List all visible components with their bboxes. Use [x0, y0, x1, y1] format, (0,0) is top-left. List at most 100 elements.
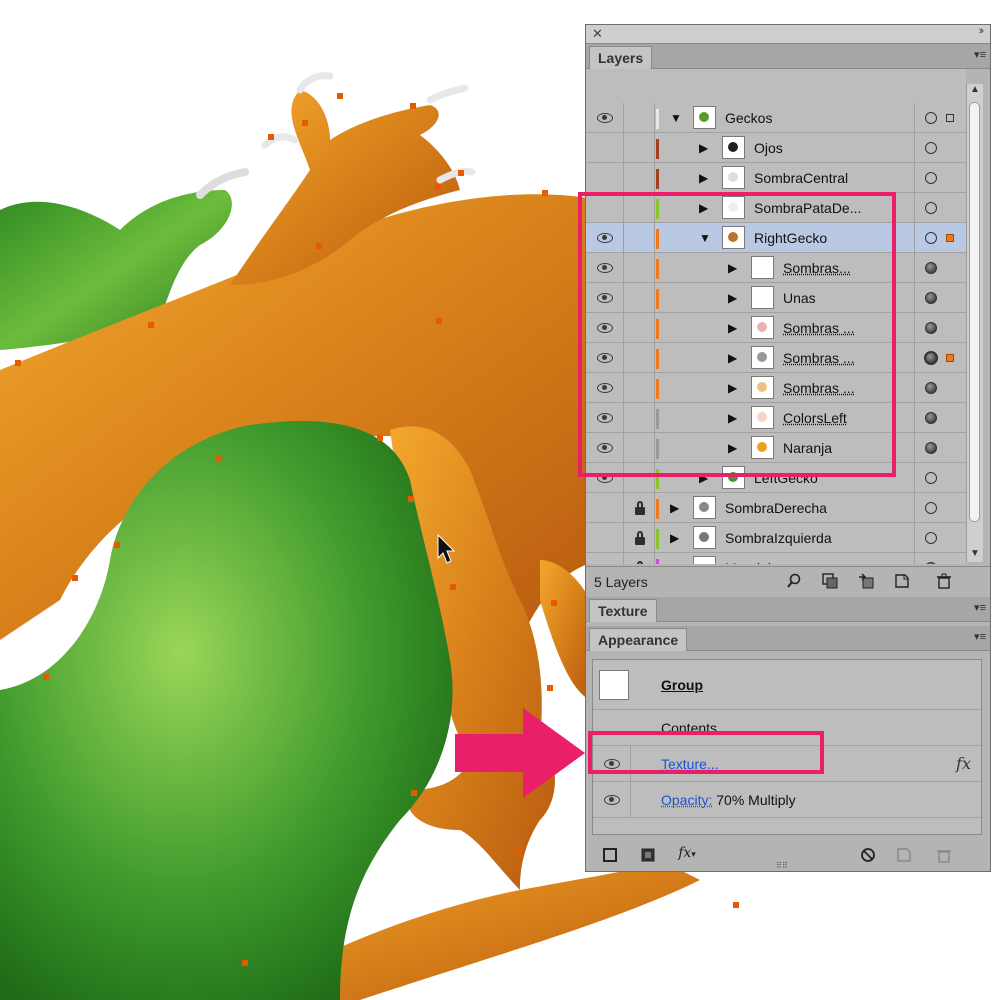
target-column[interactable] — [914, 493, 966, 523]
eye-icon — [604, 795, 620, 805]
visibility-toggle[interactable] — [586, 523, 624, 553]
layer-name[interactable]: Geckos — [725, 103, 772, 133]
lock-toggle[interactable] — [624, 493, 655, 523]
layer-name[interactable]: SombraIzquierda — [725, 523, 832, 553]
move-to-layer-icon[interactable] — [858, 573, 874, 589]
target-circle-icon[interactable] — [925, 172, 937, 184]
target-circle-icon[interactable] — [925, 502, 937, 514]
target-circle-icon[interactable] — [925, 322, 937, 334]
expand-triangle-icon[interactable]: ▶ — [670, 493, 679, 523]
target-column[interactable] — [914, 343, 966, 373]
visibility-toggle[interactable] — [586, 163, 624, 193]
scroll-up-icon[interactable]: ▲ — [969, 84, 981, 98]
lock-toggle[interactable] — [624, 163, 655, 193]
appearance-opacity-row[interactable]: Opacity: 70% Multiply — [593, 782, 981, 818]
new-sublayer-icon[interactable] — [894, 573, 910, 589]
selection-indicator-icon[interactable] — [946, 234, 954, 242]
target-circle-icon[interactable] — [925, 112, 937, 124]
target-circle-icon[interactable] — [925, 472, 937, 484]
search-icon[interactable] — [786, 573, 802, 589]
target-column[interactable] — [914, 103, 966, 133]
target-circle-icon[interactable] — [925, 292, 937, 304]
tab-layers[interactable]: Layers — [589, 46, 653, 69]
target-circle-icon[interactable] — [925, 262, 937, 274]
target-circle-icon[interactable] — [925, 142, 937, 154]
layer-name[interactable]: Ojos — [754, 133, 783, 163]
target-circle-icon[interactable] — [925, 532, 937, 544]
target-column[interactable] — [914, 253, 966, 283]
target-column[interactable] — [914, 433, 966, 463]
scroll-thumb[interactable] — [969, 102, 980, 522]
layer-row[interactable]: ▶ SombraDerecha — [586, 493, 966, 523]
target-circle-icon[interactable] — [925, 412, 937, 424]
layer-name[interactable]: SombraDerecha — [725, 493, 827, 523]
opacity-visibility-toggle[interactable] — [593, 782, 631, 818]
layer-row[interactable]: ▶ SombraCentral — [586, 163, 966, 193]
layers-scrollbar[interactable]: ▲ ▼ — [966, 84, 983, 562]
make-clipping-mask-icon[interactable] — [822, 573, 838, 589]
layers-panel-menu-icon[interactable]: ▾≡ — [974, 48, 986, 61]
panel-titlebar: ✕ ›› — [586, 25, 990, 44]
duplicate-item-icon[interactable] — [896, 847, 912, 863]
layer-row[interactable]: ▼ Geckos — [586, 103, 966, 133]
trash-icon[interactable] — [936, 573, 952, 589]
expand-triangle-icon[interactable]: ▶ — [670, 523, 679, 553]
target-circle-icon[interactable] — [925, 202, 937, 214]
collapse-triangle-icon[interactable]: ▼ — [670, 103, 682, 133]
visibility-toggle[interactable] — [586, 553, 624, 564]
add-new-stroke-icon[interactable] — [602, 847, 618, 863]
target-column[interactable] — [914, 313, 966, 343]
layer-row[interactable]: ▶ SombraIzquierda — [586, 523, 966, 553]
scroll-down-icon[interactable]: ▼ — [969, 548, 981, 562]
layer-thumbnail — [693, 556, 716, 564]
tab-texture[interactable]: Texture — [589, 599, 657, 622]
lock-toggle[interactable] — [624, 133, 655, 163]
layer-thumbnail — [693, 526, 716, 549]
layer-row[interactable]: ▶ Ojos — [586, 133, 966, 163]
target-circle-icon[interactable] — [925, 442, 937, 454]
lock-toggle[interactable] — [624, 553, 655, 564]
add-new-effect-icon[interactable]: fx▾ — [672, 845, 702, 861]
target-circle-icon[interactable] — [924, 351, 938, 365]
collapse-panel-icon[interactable]: ›› — [979, 25, 985, 37]
target-column[interactable] — [914, 223, 966, 253]
layer-name[interactable]: Mandala — [725, 553, 779, 564]
expand-triangle-icon[interactable]: ▶ — [699, 133, 708, 163]
fx-icon[interactable]: fx — [956, 746, 971, 782]
texture-panel-menu-icon[interactable]: ▾≡ — [974, 601, 986, 614]
opacity-link[interactable]: Opacity: — [661, 792, 712, 808]
appearance-group-row[interactable]: Group — [593, 660, 981, 710]
clear-appearance-icon[interactable] — [860, 847, 876, 863]
tab-appearance[interactable]: Appearance — [589, 628, 688, 651]
close-panel-icon[interactable]: ✕ — [592, 26, 603, 42]
target-column[interactable] — [914, 193, 966, 223]
resize-grip-icon[interactable]: ⠿⠿ — [776, 861, 788, 870]
target-column[interactable] — [914, 403, 966, 433]
appearance-panel-menu-icon[interactable]: ▾≡ — [974, 630, 986, 643]
target-column[interactable] — [914, 373, 966, 403]
add-new-fill-icon[interactable] — [640, 847, 656, 863]
target-circle-icon[interactable] — [925, 562, 937, 564]
lock-toggle[interactable] — [624, 523, 655, 553]
layer-name[interactable]: SombraCentral — [754, 163, 848, 193]
selection-indicator-icon[interactable] — [946, 114, 954, 122]
target-column[interactable] — [914, 523, 966, 553]
visibility-toggle[interactable] — [586, 133, 624, 163]
target-column[interactable] — [914, 133, 966, 163]
target-column[interactable] — [914, 283, 966, 313]
layer-row[interactable]: ▶ Mandala — [586, 553, 966, 564]
delete-item-icon[interactable] — [936, 847, 952, 863]
target-column[interactable] — [914, 463, 966, 493]
visibility-toggle[interactable] — [586, 493, 624, 523]
expand-triangle-icon[interactable]: ▶ — [699, 163, 708, 193]
target-column[interactable] — [914, 553, 966, 564]
target-circle-icon[interactable] — [925, 232, 937, 244]
visibility-toggle[interactable] — [586, 103, 624, 133]
lock-icon — [635, 531, 645, 545]
selection-indicator-icon[interactable] — [946, 354, 954, 362]
target-circle-icon[interactable] — [925, 382, 937, 394]
expand-triangle-icon[interactable]: ▶ — [670, 553, 679, 564]
layer-color-swatch — [656, 109, 659, 129]
lock-toggle[interactable] — [624, 103, 655, 133]
target-column[interactable] — [914, 163, 966, 193]
